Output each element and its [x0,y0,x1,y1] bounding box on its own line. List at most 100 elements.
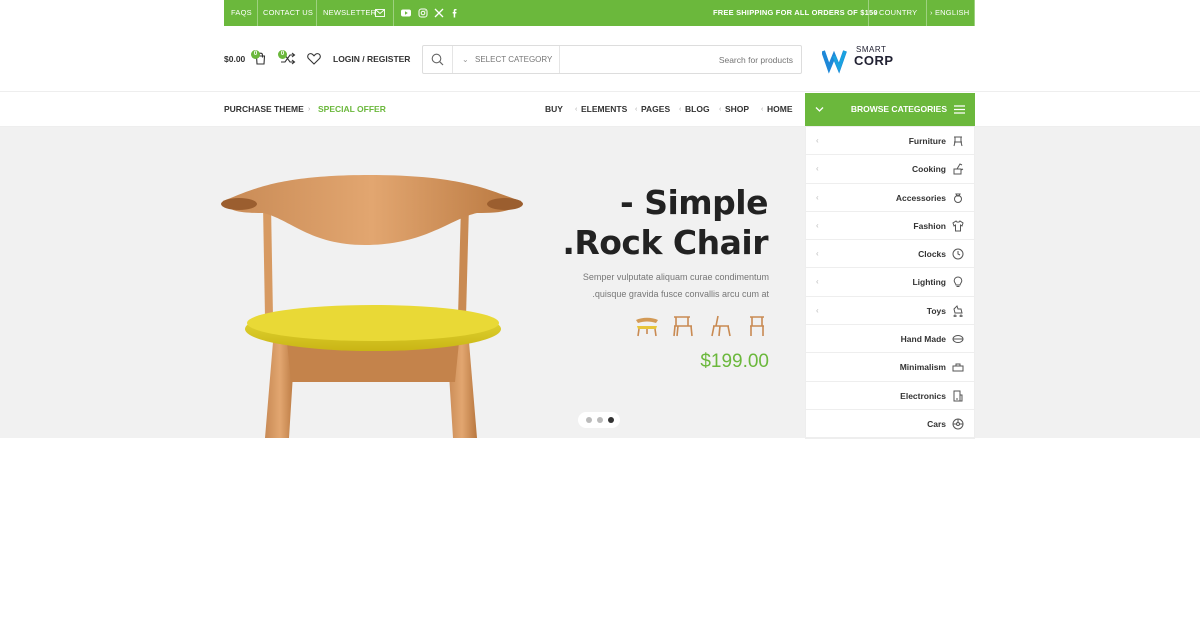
top-bar: FAQS CONTACT US NEWSLETTER FREE SHIPPING… [0,0,1200,26]
category-select[interactable]: ⌄ SELECT CATEGORY [453,46,560,73]
chevron-left-icon: ‹ [679,106,682,113]
divider: › [308,106,311,113]
nav-shop[interactable]: SHOP [725,93,749,126]
wishlist-heart-icon[interactable] [307,53,321,65]
category-item-electronics[interactable]: Electronics [806,382,974,410]
newsletter-link[interactable]: NEWSLETTER [323,0,376,26]
browse-categories-label: BROWSE CATEGORIES [850,104,947,114]
nav-elements[interactable]: ELEMENTS [581,93,627,126]
chevron-left-icon: ‹ [816,305,819,315]
chevron-left-icon: ‹ [816,249,819,259]
chevron-left-icon: ‹ [635,106,638,113]
nav-buy[interactable]: BUY [545,93,563,126]
category-label: Fashion [913,220,946,231]
divider [974,0,975,26]
search-icon [431,53,444,66]
language-selector[interactable]: › ENGLISH [930,0,969,26]
category-label: Furniture [908,136,946,146]
minimalism-icon [952,363,964,372]
nav-blog[interactable]: BLOG [685,93,710,126]
category-label: Clocks [918,249,946,260]
chair-thumbnail-wood-3[interactable] [748,314,766,338]
category-item-fashion[interactable]: ‹ Fashion [806,212,974,241]
cart-total[interactable]: $0.00 [224,54,245,64]
chevron-down-icon [815,107,824,112]
youtube-icon[interactable] [401,8,411,18]
main-nav: PURCHASE THEME › SPECIAL OFFER BUY ‹ ELE… [0,93,1200,127]
instagram-icon[interactable] [418,8,428,18]
slider-dot-active[interactable] [608,417,614,423]
divider [868,0,869,26]
chair-thumbnail-wood-1[interactable] [672,314,694,338]
hero-price: $199.00 [700,351,769,372]
clock-icon [952,248,964,260]
category-item-cars[interactable]: Cars [806,410,974,439]
category-label: Cars [927,418,946,429]
chevron-left-icon: ‹ [575,106,578,113]
handmade-icon [952,335,964,344]
category-item-clocks[interactable]: ‹ Clocks [806,240,974,269]
category-item-toys[interactable]: ‹ Toys [806,297,974,326]
search-button[interactable] [423,46,453,73]
x-icon[interactable] [434,8,444,18]
chevron-left-icon: ‹ [816,136,819,145]
chevron-left-icon: ‹ [816,220,819,230]
divider [257,0,258,26]
chair-icon [953,136,963,147]
category-label: Electronics [900,390,946,401]
chair-thumbnail-yellow[interactable] [634,314,660,338]
logo-text-main: CORP [854,53,894,68]
chevron-left-icon: ‹ [816,277,819,287]
category-select-label: SELECT CATEGORY [475,55,553,64]
slider-dot[interactable] [586,417,592,423]
accessories-icon [954,193,962,203]
hamburger-menu-icon [954,105,965,114]
category-label: Toys [926,305,946,316]
hero-description-line-2: .quisque gravida fusce convallis arcu cu… [592,289,769,299]
category-item-accessories[interactable]: ‹ Accessories [806,184,974,212]
chair-thumbnail-wood-2[interactable] [710,314,732,338]
top-bar-strip: FAQS CONTACT US NEWSLETTER FREE SHIPPING… [224,0,975,26]
faqs-link[interactable]: FAQS [231,0,252,26]
nav-home[interactable]: HOME [767,93,793,126]
chevron-down-icon: ⌄ [462,55,469,64]
divider [926,0,927,26]
category-menu: ‹ Furniture ‹ Cooking ‹ Accessories ‹ Fashion ‹ C… [805,127,975,440]
category-item-lighting[interactable]: ‹ Lighting [806,268,974,297]
mail-icon [375,9,385,17]
language-label: ENGLISH [934,8,970,17]
cart-count-badge: 0 [251,50,260,59]
category-item-minimalism[interactable]: Minimalism [806,353,974,382]
login-register-link[interactable]: LOGIN / REGISTER [333,54,410,64]
facebook-icon[interactable] [450,8,460,18]
category-label: Accessories [895,192,946,203]
category-item-furniture[interactable]: ‹ Furniture [806,127,974,156]
country-selector[interactable]: › COUNTRY [874,0,917,26]
contact-link[interactable]: CONTACT US [263,0,313,26]
compare-count-badge: 0 [278,50,287,59]
nav-purchase-theme[interactable]: PURCHASE THEME [224,93,304,126]
shipping-notice: FREE SHIPPING FOR ALL ORDERS OF $150 [713,8,878,17]
shirt-icon [952,220,964,232]
category-item-cooking[interactable]: ‹ Cooking [806,155,974,184]
divider [393,0,394,26]
chevron-left-icon: ‹ [719,106,722,113]
slider-dot[interactable] [597,417,603,423]
divider [316,0,317,26]
car-icon [952,418,964,430]
nav-special-offer[interactable]: SPECIAL OFFER [318,93,386,126]
category-label: Minimalism [899,362,946,373]
category-label: Lighting [912,277,946,288]
cooking-icon [953,163,964,175]
hero-description-line-1: Semper vulputate aliquam curae condiment… [582,272,769,282]
search-input[interactable] [573,50,793,69]
site-logo[interactable]: SMART CORP [821,44,902,74]
nav-pages[interactable]: PAGES [641,93,670,126]
chevron-left-icon: ‹ [816,192,819,202]
rock-chair-image [221,175,523,438]
category-item-hand-made[interactable]: Hand Made [806,325,974,354]
browse-categories-button[interactable]: BROWSE CATEGORIES [805,93,975,126]
site-header: $0.00 0 0 LOGIN / REGISTER ⌄ SELECT CATE… [0,26,1200,92]
electronics-icon [953,390,963,402]
hero-title-line-2: .Rock Chair [562,223,768,262]
